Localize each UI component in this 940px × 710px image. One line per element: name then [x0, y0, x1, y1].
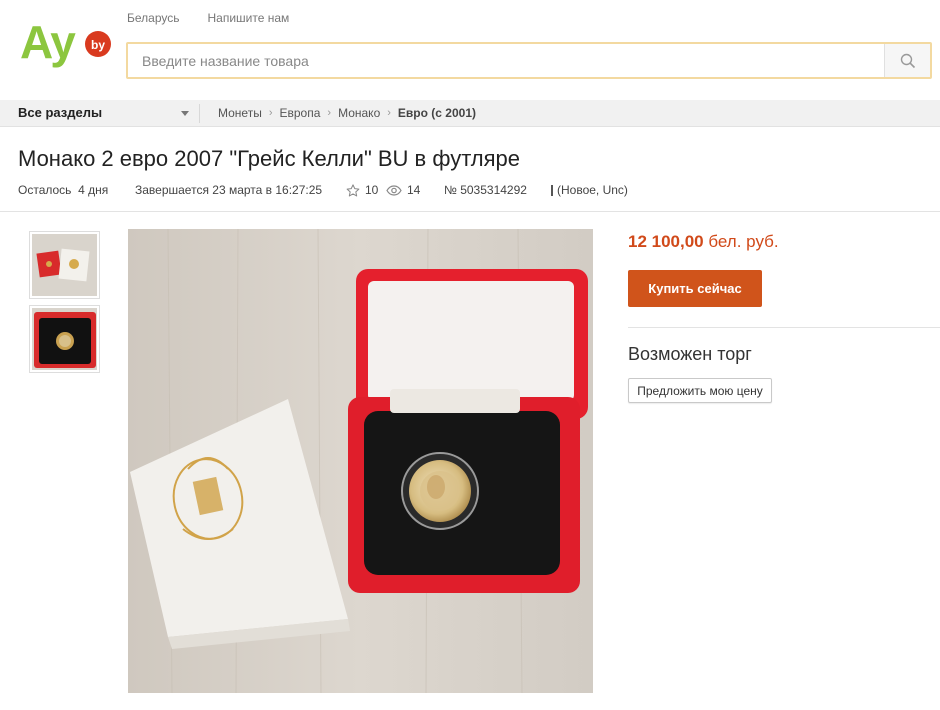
divider — [628, 327, 940, 328]
search-icon — [900, 53, 915, 68]
breadcrumb: Монеты › Европа › Монако › Евро (с 2001) — [218, 106, 476, 120]
offer-price-button[interactable]: Предложить мою цену — [628, 378, 772, 403]
thumbnail-image — [32, 308, 97, 370]
search-button[interactable] — [884, 44, 930, 77]
price-amount: 12 100,00 — [628, 232, 704, 251]
region-link[interactable]: Беларусь — [127, 11, 179, 25]
divider — [0, 211, 940, 212]
price: 12 100,00 бел. руб. — [628, 232, 779, 252]
breadcrumb-item[interactable]: Монеты — [218, 106, 262, 120]
bargain-title: Возможен торг — [628, 344, 752, 364]
site-logo[interactable]: Ау by — [20, 14, 112, 74]
lot-title: Монако 2 евро 2007 "Грейс Келли" BU в фу… — [18, 146, 521, 171]
breadcrumb-item[interactable]: Монако — [338, 106, 380, 120]
condition-text: (Новое, Unc) — [557, 183, 628, 197]
thumbnail-image — [32, 234, 97, 296]
breadcrumb-item[interactable]: Евро (с 2001) — [398, 106, 476, 120]
breadcrumb-separator-icon: › — [387, 107, 391, 119]
buy-now-button[interactable]: Купить сейчас — [628, 270, 762, 307]
time-left: Осталось 4 дня — [18, 183, 109, 197]
lot-number: № 5035314292 — [444, 183, 527, 197]
all-sections-dropdown[interactable]: Все разделы — [18, 105, 102, 120]
category-bar: Все разделы Монеты › Европа › Монако › Е… — [0, 100, 940, 127]
contact-link[interactable]: Напишите нам — [207, 11, 289, 25]
condition-bar-icon — [551, 184, 553, 196]
main-product-image[interactable] — [128, 229, 593, 693]
search-input[interactable] — [128, 44, 885, 77]
eye-icon — [386, 184, 402, 196]
logo-text: Ау — [20, 16, 76, 68]
coin-case-photo — [128, 229, 593, 693]
condition: (Новое, Unc) — [551, 183, 628, 197]
lot-meta: Осталось 4 дня Завершается 23 марта в 16… — [18, 183, 628, 197]
views-count: 14 — [407, 183, 421, 197]
breadcrumb-item[interactable]: Европа — [280, 106, 321, 120]
logo-badge: by — [91, 38, 105, 52]
favorites[interactable]: 10 — [346, 183, 386, 197]
thumbnail-2[interactable] — [29, 305, 100, 373]
breadcrumb-separator-icon: › — [268, 107, 273, 119]
favorites-count: 10 — [365, 183, 379, 197]
thumbnail-1[interactable] — [29, 231, 100, 299]
breadcrumb-separator-icon: › — [327, 107, 332, 119]
divider — [199, 104, 200, 123]
search-bar — [126, 42, 932, 79]
ends-at: Завершается 23 марта в 16:27:25 — [135, 183, 323, 197]
price-currency: бел. руб. — [708, 232, 779, 251]
views: 14 — [386, 183, 444, 197]
chevron-down-icon[interactable] — [181, 111, 189, 116]
star-icon — [346, 183, 360, 196]
